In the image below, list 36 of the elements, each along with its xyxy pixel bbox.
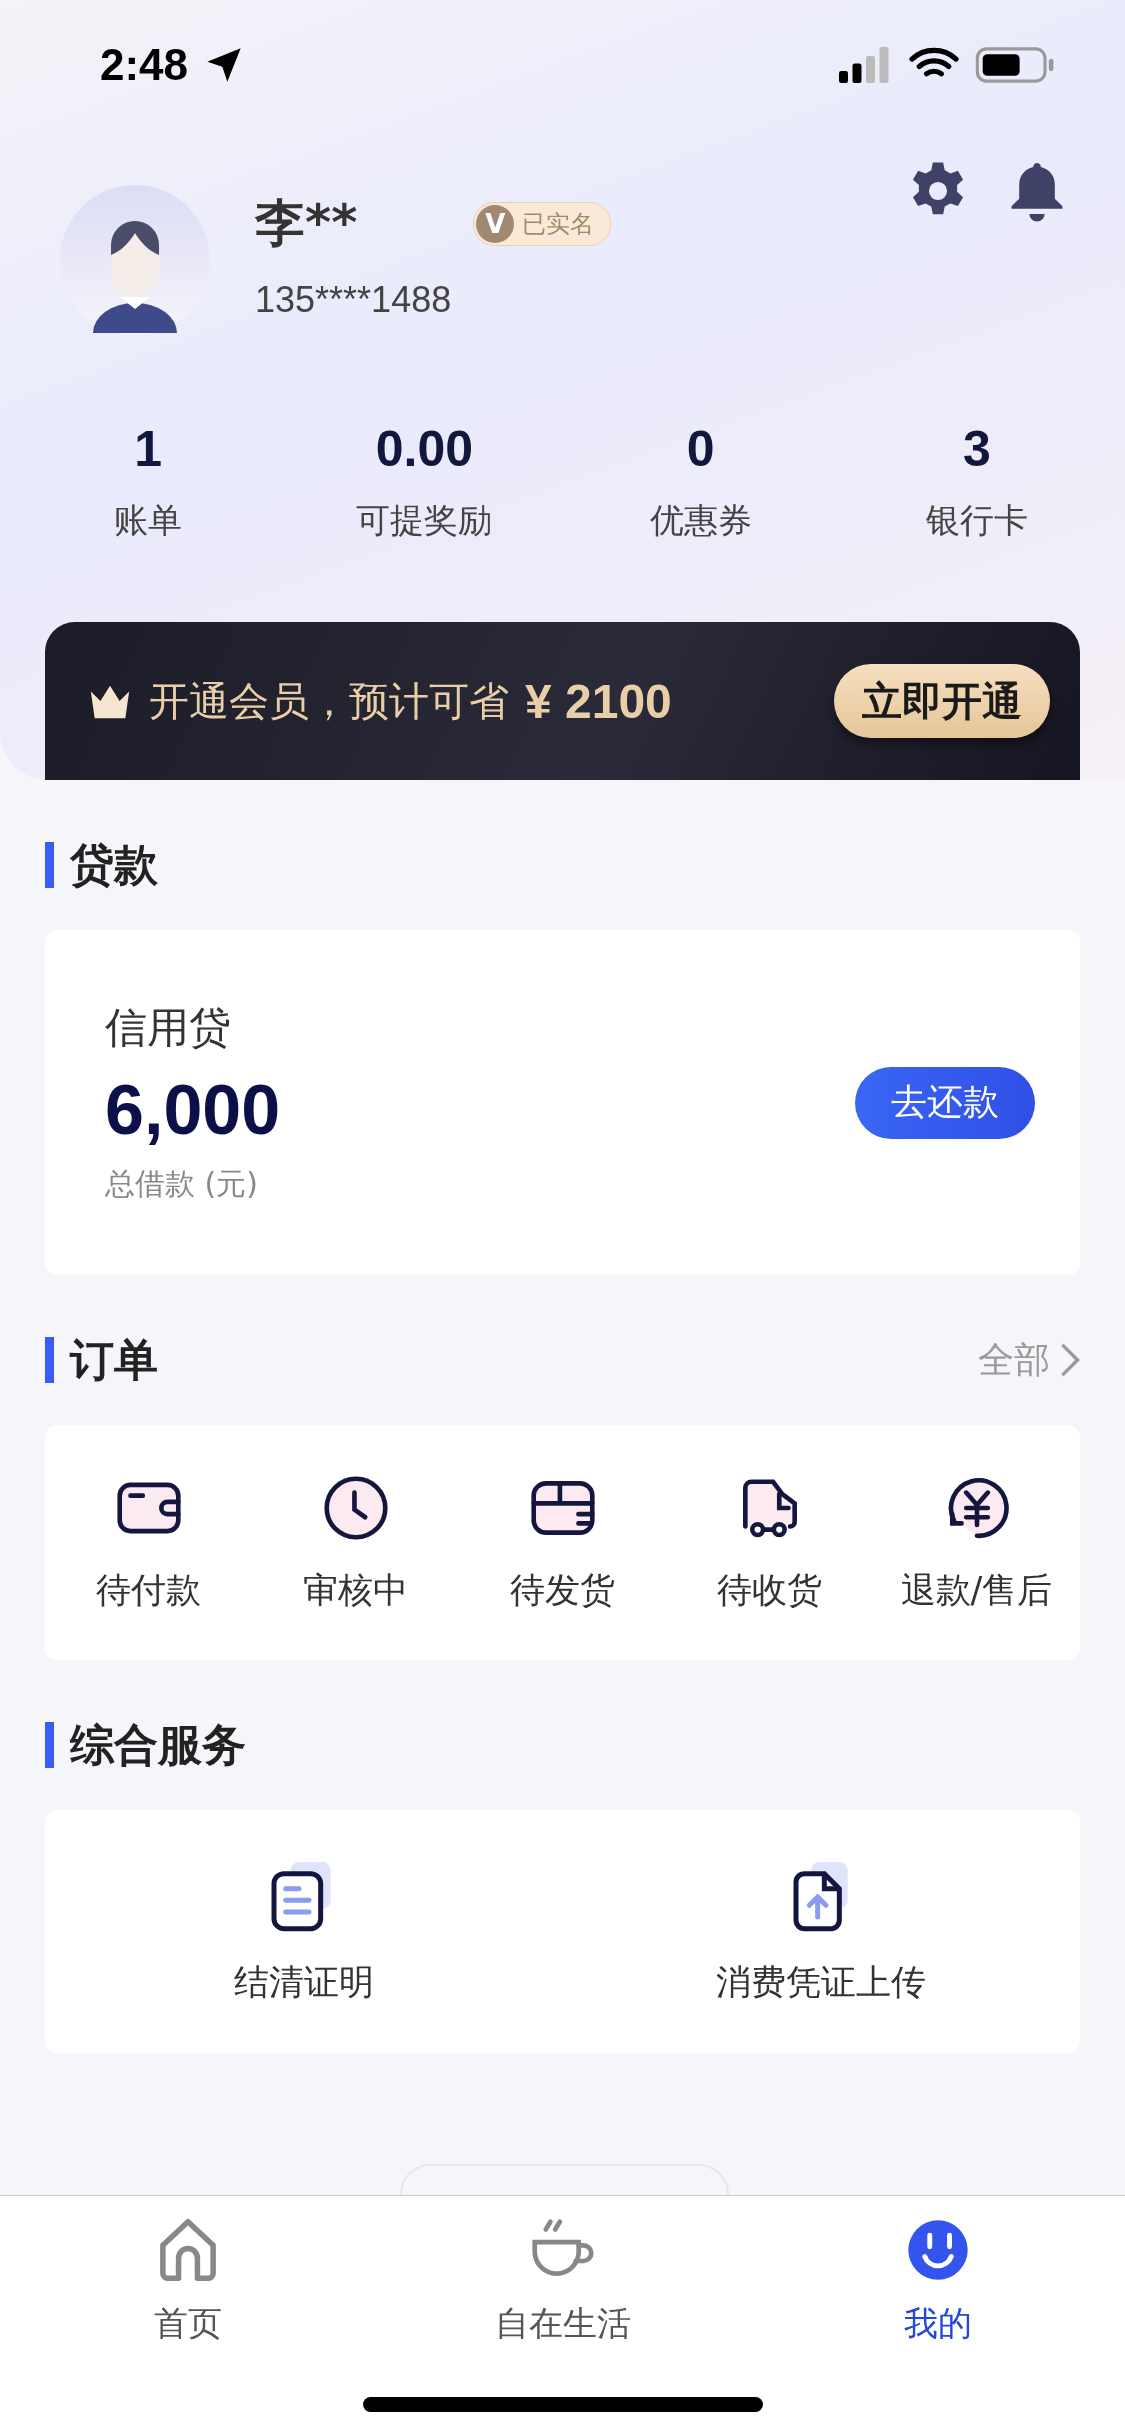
- status-time: 2:48: [100, 40, 189, 90]
- loan-amount: 6,000: [105, 1070, 281, 1150]
- savings-amount: ¥ 2100: [525, 673, 672, 729]
- notification-bell-icon[interactable]: [1009, 160, 1065, 222]
- order-status-item[interactable]: 待付款: [45, 1471, 252, 1614]
- stat-label[interactable]: 银行卡: [925, 498, 1028, 544]
- stat-value: 1: [134, 420, 163, 478]
- section-title: 订单: [45, 1337, 158, 1383]
- order-status-item[interactable]: 待发货: [459, 1471, 666, 1614]
- tab[interactable]: 我的: [750, 2216, 1125, 2348]
- loan-caption: 总借款 (元): [105, 1165, 259, 1203]
- stat-value: 0: [686, 420, 715, 478]
- stat-label[interactable]: 可提奖励: [356, 498, 493, 544]
- section-title: 贷款: [45, 842, 158, 888]
- stat-label[interactable]: 账单: [114, 498, 183, 544]
- join-button[interactable]: 立即开通: [834, 664, 1050, 738]
- order-status-item[interactable]: 审核中: [252, 1471, 459, 1614]
- stat-value: 3: [962, 420, 991, 478]
- order-status-item[interactable]: 退款/售后: [873, 1471, 1080, 1614]
- repay-button[interactable]: 去还款: [855, 1066, 1035, 1139]
- battery-icon: [975, 46, 1055, 84]
- tab[interactable]: 自在生活: [375, 2216, 750, 2348]
- verified-label: 已实名: [522, 208, 595, 240]
- phone-number: 135****1488: [255, 279, 453, 321]
- section-title: 综合服务: [45, 1722, 246, 1768]
- chevron-right-icon: [1060, 1343, 1080, 1377]
- stat-label[interactable]: 优惠券: [649, 498, 752, 544]
- stat-value: 0.00: [375, 420, 474, 478]
- membership-text: 开通会员，预计可省: [149, 676, 509, 726]
- verified-mark: V: [476, 204, 515, 243]
- service-item[interactable]: 结清证明: [45, 1857, 563, 2006]
- user-name: 李**: [255, 193, 358, 254]
- loan-product: 信用贷: [105, 1002, 232, 1054]
- tab[interactable]: 首页: [0, 2216, 375, 2348]
- service-item[interactable]: 消费凭证上传: [562, 1857, 1080, 2006]
- order-status-item[interactable]: 待收货: [666, 1471, 873, 1614]
